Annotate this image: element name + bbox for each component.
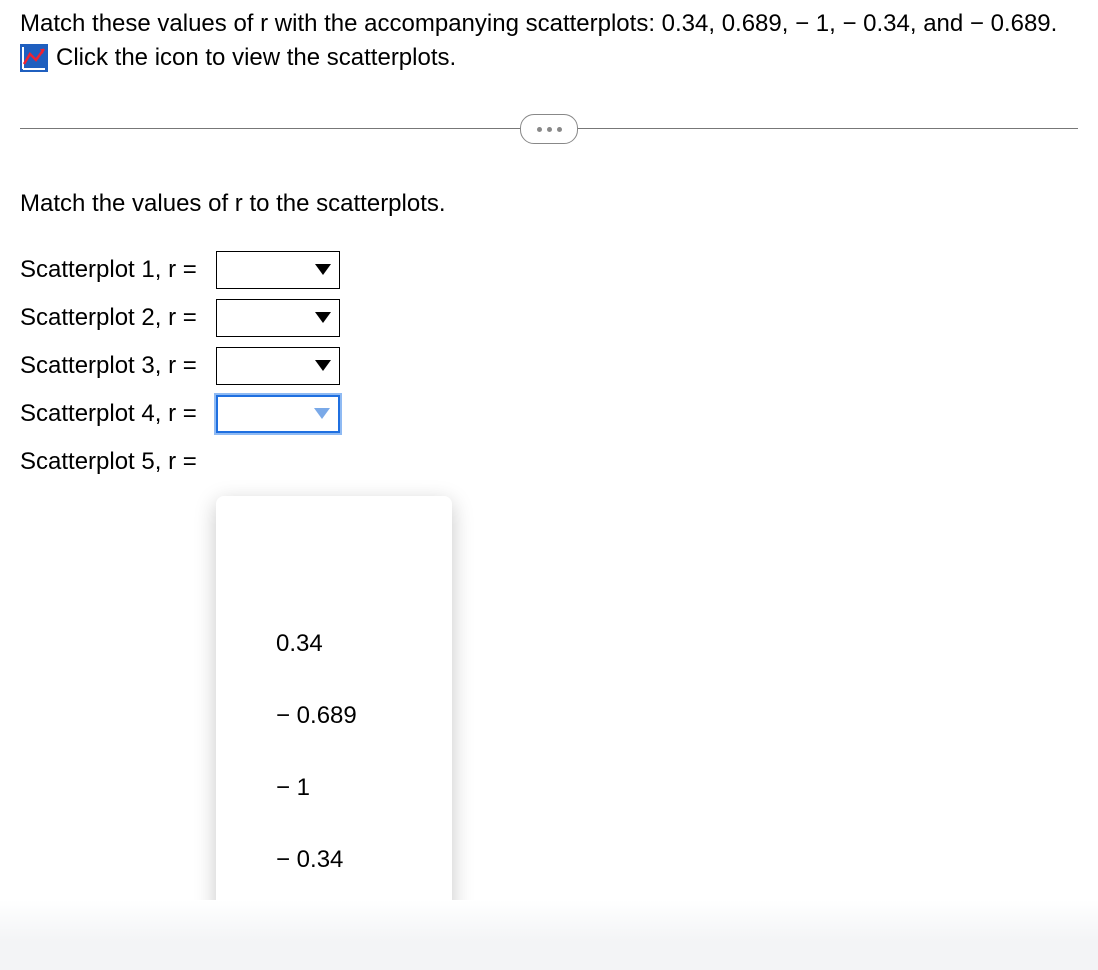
scatterplot-3-label: Scatterplot 3, r = [20, 352, 216, 380]
chevron-down-icon [315, 264, 331, 276]
scatterplot-4-label: Scatterplot 4, r = [20, 400, 216, 428]
dropdown-option[interactable]: − 1 [216, 752, 452, 824]
dropdown-options-list: 0.34 − 0.689 − 1 − 0.34 0.689 [216, 496, 452, 968]
view-scatterplots-link[interactable]: Click the icon to view the scatterplots. [20, 44, 1078, 72]
section-divider [20, 114, 1078, 144]
scatterplot-1-label: Scatterplot 1, r = [20, 256, 216, 284]
chevron-down-icon [315, 360, 331, 372]
dropdown-option[interactable]: 0.34 [216, 608, 452, 680]
scatterplot-5-label: Scatterplot 5, r = [20, 448, 216, 476]
scatterplot-3-dropdown[interactable] [216, 347, 340, 385]
dropdown-option[interactable]: − 0.689 [216, 680, 452, 752]
scatterplot-1-dropdown[interactable] [216, 251, 340, 289]
chevron-down-icon [315, 312, 331, 324]
dropdown-option[interactable]: − 0.34 [216, 824, 452, 896]
instruction-text: Match the values of r to the scatterplot… [20, 190, 1078, 218]
expand-dots-button[interactable] [520, 114, 578, 144]
view-scatterplots-label: Click the icon to view the scatterplots. [56, 44, 456, 72]
question-text: Match these values of r with the accompa… [20, 8, 1078, 40]
scatterplot-2-dropdown[interactable] [216, 299, 340, 337]
footer-region [0, 900, 1098, 970]
dropdown-option-blank[interactable] [216, 508, 452, 608]
chart-icon [20, 44, 48, 72]
chevron-down-icon [314, 408, 330, 420]
scatterplot-4-dropdown[interactable] [216, 395, 340, 433]
scatterplot-2-label: Scatterplot 2, r = [20, 304, 216, 332]
